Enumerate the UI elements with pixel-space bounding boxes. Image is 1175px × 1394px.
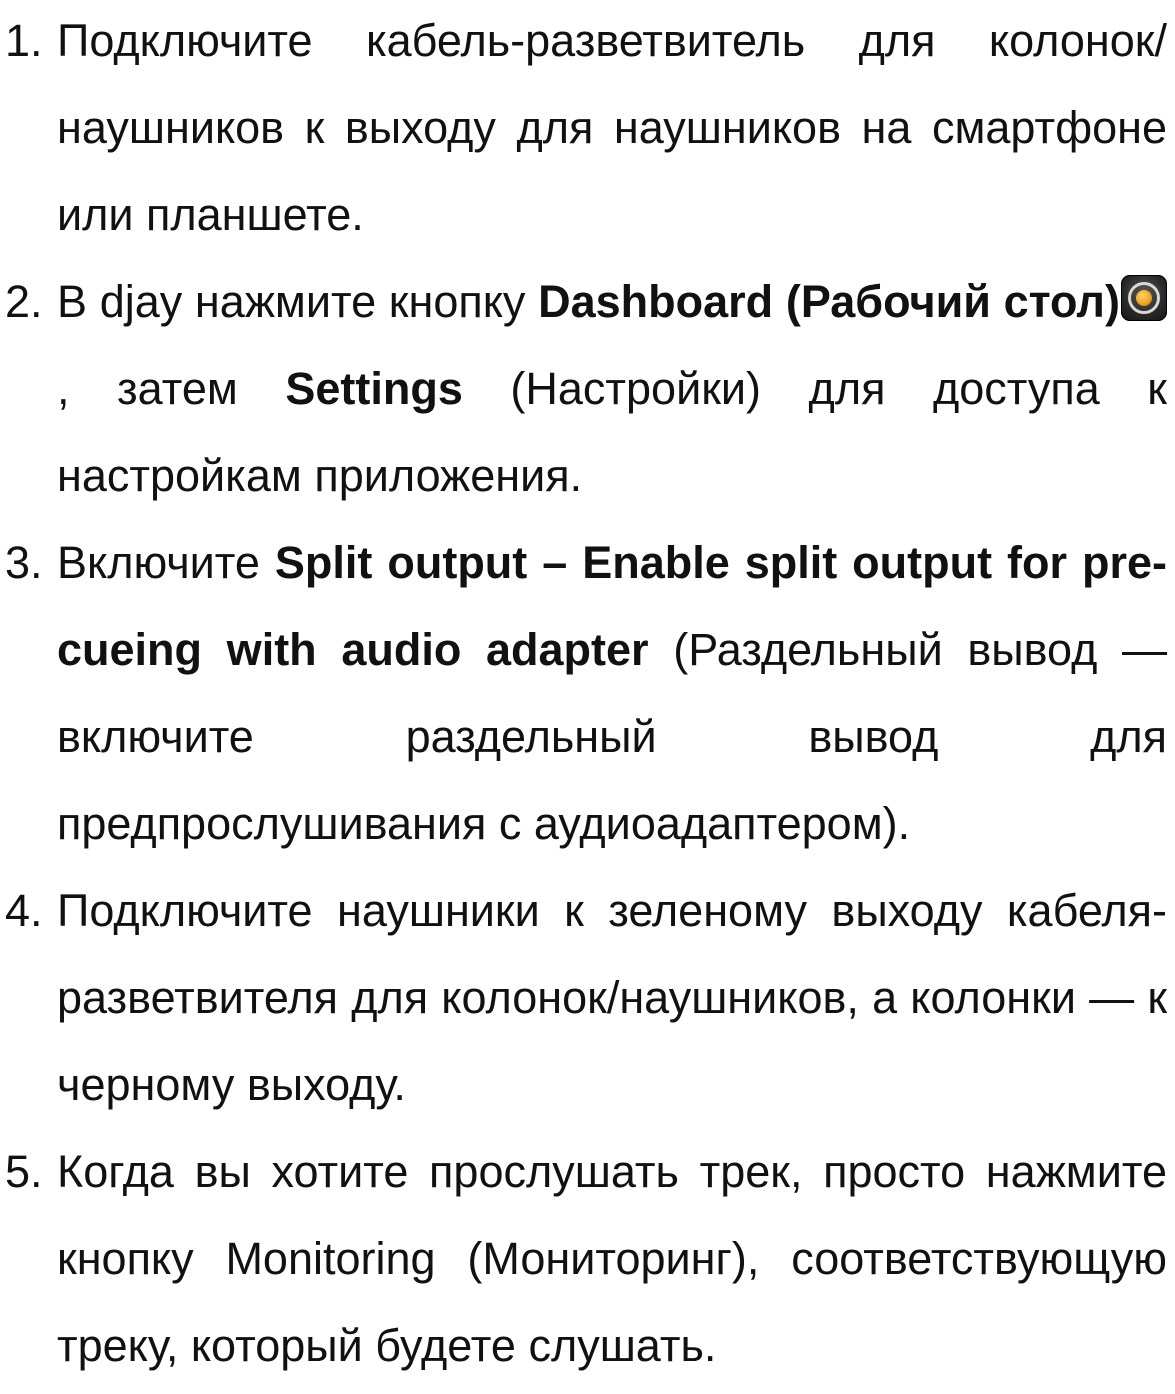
step-number: 2. — [5, 276, 43, 327]
step-text: Подключите кабель-разветвитель для колон… — [57, 15, 1167, 240]
step-number: 4. — [5, 885, 43, 936]
instructions-page: 1. Подключите кабель-разветвитель для ко… — [0, 0, 1175, 1394]
step-text-part: В djay нажмите кнопку — [57, 276, 539, 327]
dashboard-label: Dashboard (Рабочий стол) — [538, 276, 1120, 327]
step-item-3: 3. Включите Split output – Enable split … — [0, 519, 1175, 867]
step-text-part: , затем — [57, 363, 286, 414]
dashboard-icon — [1121, 275, 1167, 321]
instruction-steps-list: 1. Подключите кабель-разветвитель для ко… — [0, 0, 1175, 1389]
step-number: 5. — [5, 1146, 43, 1197]
step-text-part: Включите — [57, 537, 275, 588]
step-item-2: 2. В djay нажмите кнопку Dashboard (Рабо… — [0, 258, 1175, 519]
step-number: 1. — [5, 15, 43, 66]
step-item-5: 5. Когда вы хотите прослушать трек, прос… — [0, 1128, 1175, 1389]
step-text: Когда вы хотите прослушать трек, просто … — [57, 1146, 1167, 1371]
settings-label: Settings — [285, 363, 463, 414]
step-item-1: 1. Подключите кабель-разветвитель для ко… — [0, 0, 1175, 258]
step-text: Подключите наушники к зеленому выходу ка… — [57, 885, 1167, 1110]
step-number: 3. — [5, 537, 43, 588]
step-item-4: 4. Подключите наушники к зеленому выходу… — [0, 867, 1175, 1128]
